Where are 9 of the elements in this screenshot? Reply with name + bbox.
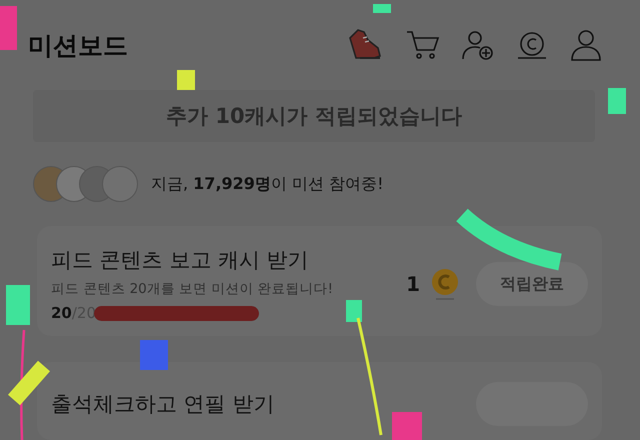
claim-button[interactable]: 적립완료	[476, 262, 588, 306]
mission-title: 피드 콘텐츠 보고 캐시 받기	[51, 247, 310, 274]
progress-count: 20	[51, 304, 72, 322]
toast-message: 추가 10캐시가 적립되었습니다	[33, 90, 595, 142]
participants-text: 지금, 17,929명이 미션 참여중!	[151, 174, 384, 194]
page-title: 미션보드	[28, 30, 128, 62]
mission-description: 피드 콘텐츠 20개를 보면 미션이 완료됩니다!	[51, 280, 334, 298]
mission-title: 출석체크하고 연필 받기	[51, 391, 276, 418]
reward-amount: 1	[406, 272, 420, 296]
